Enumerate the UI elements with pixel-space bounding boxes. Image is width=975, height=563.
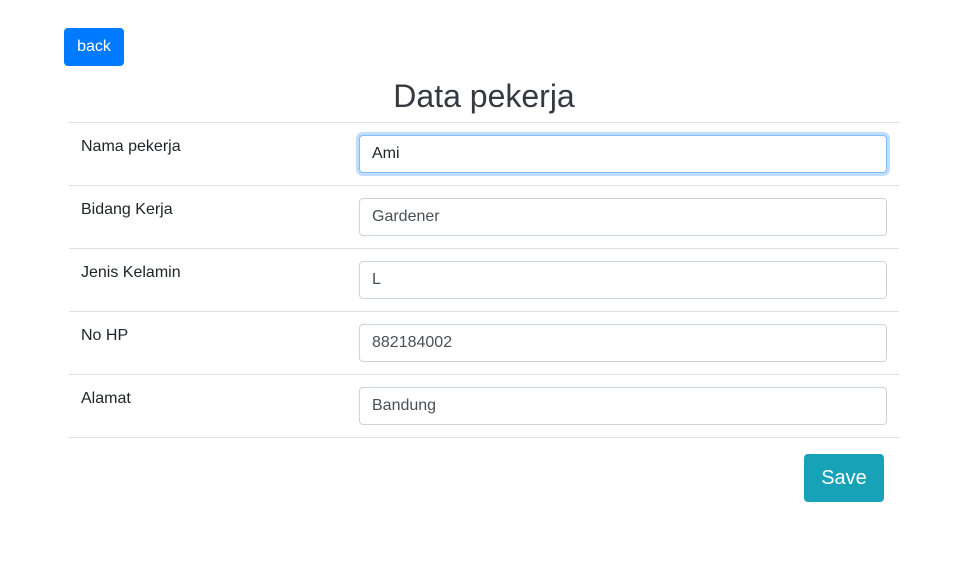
no-hp-input[interactable] [359, 324, 887, 362]
nama-pekerja-input[interactable] [359, 135, 887, 173]
field-label-no-hp: No HP [81, 327, 129, 344]
save-button[interactable]: Save [804, 454, 884, 502]
field-label-alamat: Alamat [81, 390, 131, 407]
form-row-alamat: Alamat [69, 375, 899, 438]
field-label-bidang-kerja: Bidang Kerja [81, 201, 173, 218]
page-title: Data pekerja [393, 78, 575, 114]
bidang-kerja-input[interactable] [359, 198, 887, 236]
field-label-jenis-kelamin: Jenis Kelamin [81, 264, 181, 281]
form-row-nama-pekerja: Nama pekerja [69, 123, 899, 186]
form-row-no-hp: No HP [69, 312, 899, 375]
field-label-nama-pekerja: Nama pekerja [81, 138, 181, 155]
alamat-input[interactable] [359, 387, 887, 425]
worker-form-table: Nama pekerja Bidang Kerja Jenis Kelamin … [69, 122, 899, 438]
form-row-jenis-kelamin: Jenis Kelamin [69, 249, 899, 312]
form-row-bidang-kerja: Bidang Kerja [69, 186, 899, 249]
jenis-kelamin-input[interactable] [359, 261, 887, 299]
back-button[interactable]: back [64, 28, 124, 66]
